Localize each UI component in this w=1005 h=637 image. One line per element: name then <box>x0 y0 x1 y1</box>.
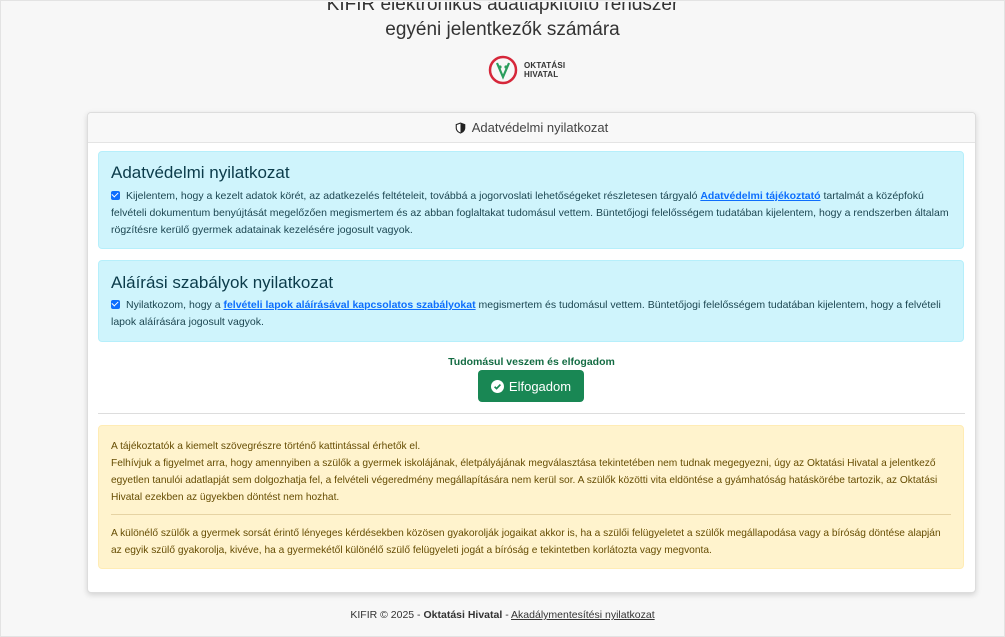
accept-label: Tudomásul veszem és elfogadom <box>448 356 615 368</box>
information-box: A tájékoztatók a kiemelt szövegrészre tö… <box>98 425 964 569</box>
signature-declaration-text: Nyilatkozom, hogy a felvételi lapok aláí… <box>111 299 941 328</box>
signature-rules-link[interactable]: felvételi lapok aláírásával kapcsolatos … <box>223 299 475 311</box>
title-line-1: KIFIR elektronikus adatlapkitöltő rendsz… <box>326 2 679 15</box>
card-header-title: Adatvédelmi nyilatkozat <box>471 120 609 135</box>
page-title: KIFIR elektronikus adatlapkitöltő rendsz… <box>0 2 1005 41</box>
privacy-info-link[interactable]: Adatvédelmi tájékoztató <box>700 190 820 202</box>
footer-org: Oktatási Hivatal <box>423 609 503 621</box>
title-line-2: egyéni jelentkezők számára <box>385 19 620 40</box>
divider <box>98 413 965 414</box>
card-header: Adatvédelmi nyilatkozat <box>88 113 975 143</box>
accept-button-label: Elfogadom <box>508 378 572 394</box>
logo-text-line1: OKTATÁSI <box>524 61 566 70</box>
logo-owl-icon <box>488 55 518 85</box>
information-divider <box>111 514 951 515</box>
accept-button[interactable]: Elfogadom <box>478 370 584 402</box>
information-paragraph-2: A különélő szülők a gyermek sorsát érint… <box>111 528 941 556</box>
privacy-declaration-title: Adatvédelmi nyilatkozat <box>111 163 290 182</box>
signature-declaration-title: Aláírási szabályok nyilatkozat <box>111 273 334 292</box>
oktatasi-hivatal-logo: OKTATÁSI HIVATAL <box>488 52 608 88</box>
signature-declaration-box: Aláírási szabályok nyilatkozat Nyilatkoz… <box>98 260 964 342</box>
privacy-checkbox[interactable] <box>111 191 120 200</box>
signature-checkbox[interactable] <box>111 300 120 309</box>
privacy-declaration-text: Kijelentem, hogy a kezelt adatok körét, … <box>111 190 949 236</box>
logo-text-line2: HIVATAL <box>524 70 559 79</box>
accessibility-statement-link[interactable]: Akadálymentesítési nyilatkozat <box>511 609 655 621</box>
footer: KIFIR © 2025 - Oktatási Hivatal - Akadál… <box>350 609 655 621</box>
information-paragraph-1: A tájékoztatók a kiemelt szövegrészre tö… <box>111 441 938 503</box>
check-circle-icon <box>490 379 504 393</box>
shield-icon <box>455 122 466 134</box>
privacy-declaration-box: Adatvédelmi nyilatkozat Kijelentem, hogy… <box>98 151 964 249</box>
declaration-card: Adatvédelmi nyilatkozat Adatvédelmi nyil… <box>87 112 976 593</box>
